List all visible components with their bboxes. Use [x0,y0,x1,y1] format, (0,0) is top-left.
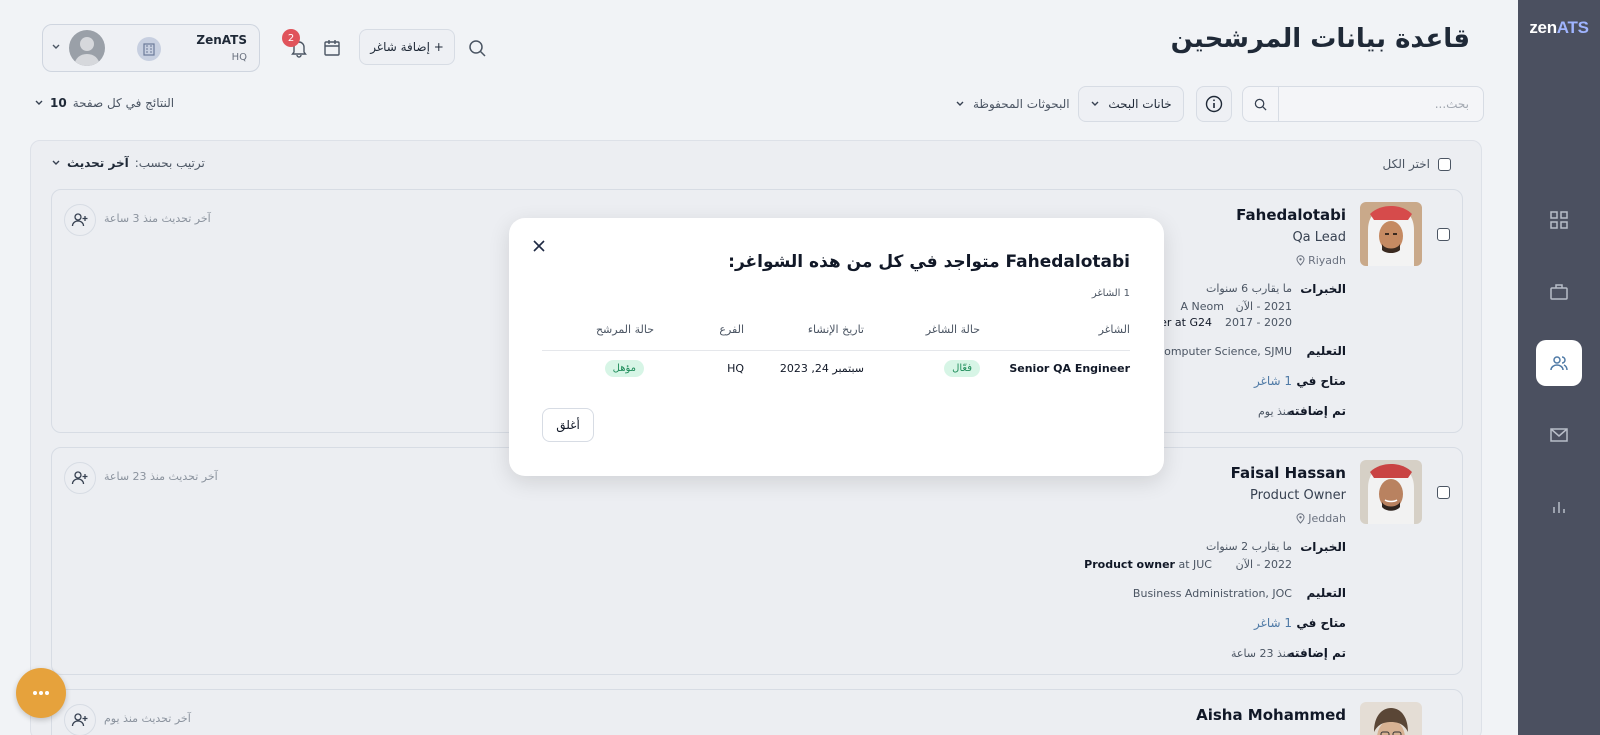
reports-nav-item[interactable] [1536,484,1582,530]
table-row[interactable]: Senior QA Engineer فعّال سبتمبر 24, 2023… [542,350,1130,386]
sidebar: zenATS [1518,0,1600,735]
branch-cell: HQ [727,361,744,375]
column-header: حالة الشاغر [864,310,980,351]
candidates-nav-item[interactable] [1536,340,1582,386]
dashboard-nav-item[interactable] [1536,197,1582,243]
status-badge: فعّال [944,359,980,377]
modal-job-count: 1 الشاغر [1091,288,1130,299]
table-header-row: الشاغر حالة الشاغر تاريخ الإنشاء الفرع ح… [542,310,1130,351]
close-button[interactable]: أغلق [542,408,594,442]
column-header: الفرع [654,310,744,351]
modal-title: Fahedalotabi متواجد في كل من هذه الشواغر… [728,252,1130,272]
status-badge: مؤهل [604,359,644,377]
created-date-cell: سبتمبر 24, 2023 [779,361,864,375]
column-header: الشاغر [980,310,1130,351]
column-header: تاريخ الإنشاء [744,310,864,351]
job-title-cell[interactable]: Senior QA Engineer [980,350,1130,386]
close-icon[interactable] [531,238,547,254]
bar-chart-icon [1553,502,1565,513]
app-logo[interactable]: zenATS [1518,18,1600,38]
messages-nav-item[interactable] [1536,412,1582,458]
column-header: حالة المرشح [542,310,654,351]
dashboard-icon [1550,211,1568,229]
briefcase-icon [1550,284,1568,300]
mail-icon [1550,428,1568,442]
jobs-nav-item[interactable] [1536,269,1582,315]
jobs-table: الشاغر حالة الشاغر تاريخ الإنشاء الفرع ح… [542,310,1130,386]
job-status-cell: فعّال [864,350,980,386]
candidate-status-cell: مؤهل [542,350,654,386]
candidate-jobs-modal: Fahedalotabi متواجد في كل من هذه الشواغر… [509,218,1164,476]
users-icon [1550,356,1568,371]
